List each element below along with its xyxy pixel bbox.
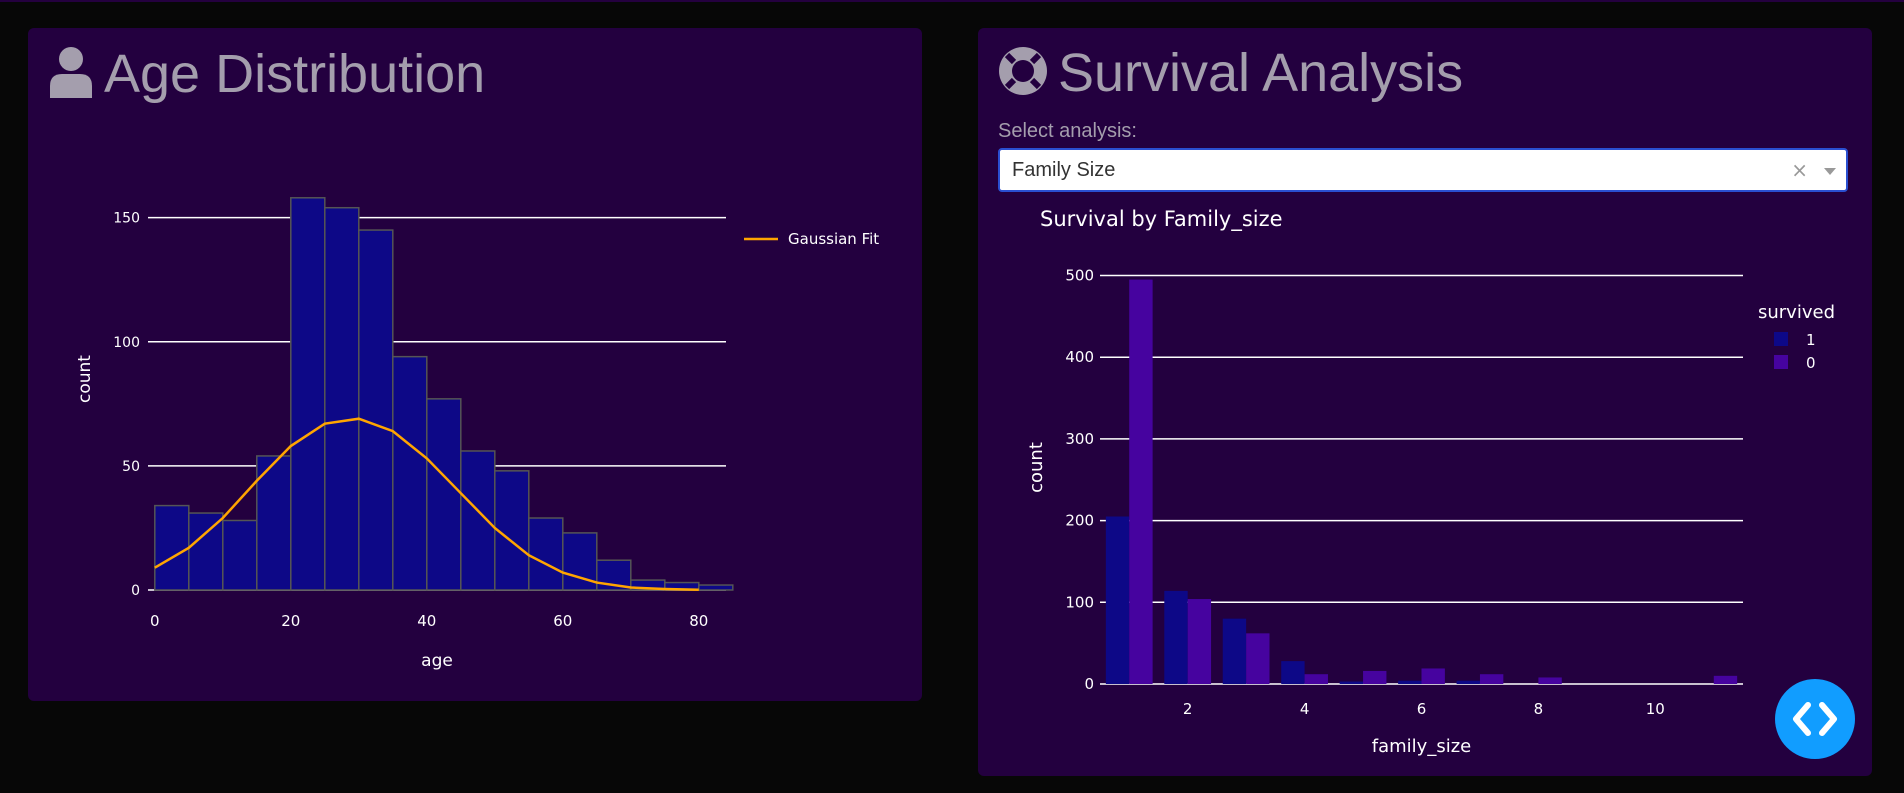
y-tick-label: 50: [122, 459, 140, 475]
bar-survived-0: [1246, 633, 1270, 684]
bar-survived-0: [1479, 674, 1504, 684]
bar-survived-0: [1713, 675, 1738, 684]
legend-title: survived: [1758, 302, 1835, 323]
x-tick-label: 10: [1646, 700, 1665, 718]
bar-survived-0: [1363, 670, 1387, 684]
x-tick-label: 0: [150, 612, 160, 630]
y-tick-label: 100: [113, 335, 140, 351]
bar-survived-0: [1187, 599, 1212, 684]
age-distribution-card: Age Distribution 0 50 100 150 0 20 40 60 80 age co…: [28, 28, 922, 701]
x-tick-label: 60: [553, 612, 572, 630]
bar-survived-0: [1538, 677, 1562, 684]
analysis-dropdown[interactable]: Family Size ×: [998, 148, 1848, 192]
legend-swatch: [1774, 355, 1788, 369]
histogram-bar: [460, 450, 496, 591]
x-axis-label: family_size: [1372, 736, 1471, 757]
age-card-header: Age Distribution: [48, 46, 485, 102]
histogram-bar: [324, 206, 360, 591]
legend-label: 1: [1806, 331, 1816, 349]
bar-survived-1: [1456, 680, 1480, 684]
y-tick-label: 0: [131, 583, 140, 599]
analysis-dropdown-value: Family Size: [1012, 159, 1116, 181]
survival-bar-chart: Survival by Family_size01002003004005002…: [1026, 207, 1835, 757]
x-tick-label: 20: [281, 612, 300, 630]
y-tick-label: 0: [1084, 675, 1094, 693]
y-tick-label: 500: [1065, 267, 1094, 285]
histogram-bar: [426, 398, 462, 591]
y-tick-label: 300: [1065, 430, 1094, 448]
histogram-bar: [698, 584, 734, 591]
code-toggle-button[interactable]: [1775, 679, 1855, 759]
x-tick-label: 6: [1417, 700, 1427, 718]
x-axis-label: age: [421, 651, 453, 671]
survival-card-title: Survival Analysis: [1058, 43, 1464, 103]
chart-title: Survival by Family_size: [1040, 207, 1283, 232]
legend-label: Gaussian Fit: [788, 230, 879, 248]
chevron-down-icon[interactable]: [1824, 168, 1836, 175]
histogram-bar: [528, 517, 564, 591]
bar-survived-1: [1164, 590, 1188, 684]
histogram-bar: [222, 519, 258, 591]
histogram-bar: [154, 504, 190, 591]
clear-selection-icon[interactable]: ×: [1791, 158, 1808, 182]
select-analysis-label: Select analysis:: [998, 120, 1137, 142]
y-axis-label: count: [1026, 442, 1047, 493]
histogram-bar: [358, 229, 394, 591]
y-tick-label: 100: [1065, 593, 1094, 611]
bar-survived-1: [1339, 681, 1364, 684]
histogram-bar: [188, 512, 224, 591]
user-icon: [48, 46, 94, 102]
age-card-title: Age Distribution: [104, 44, 486, 104]
x-tick-label: 2: [1183, 700, 1193, 718]
bar-survived-0: [1304, 674, 1328, 684]
bar-survived-0: [1421, 668, 1445, 684]
histogram-bar: [290, 197, 326, 591]
y-axis-label: count: [75, 355, 95, 403]
x-tick-label: 8: [1534, 700, 1544, 718]
y-tick-label: 400: [1065, 348, 1094, 366]
survival-card-header: Survival Analysis: [998, 46, 1463, 100]
y-tick-label: 150: [113, 211, 140, 227]
y-tick-label: 200: [1065, 512, 1094, 530]
histogram-bar: [392, 355, 428, 591]
life-ring-icon: [998, 46, 1048, 100]
legend-swatch: [1774, 332, 1788, 346]
code-icon: [1793, 702, 1837, 736]
x-tick-label: 4: [1300, 700, 1310, 718]
age-histogram-chart: 0 50 100 150 0 20 40 60 80 age count Gaussian Fit: [75, 197, 879, 671]
bar-survived-1: [1398, 680, 1422, 684]
legend-label: 0: [1806, 354, 1816, 372]
bar-survived-1: [1105, 516, 1130, 684]
x-tick-label: 80: [689, 612, 708, 630]
survival-analysis-card: Survival Analysis Select analysis: Famil…: [978, 28, 1872, 776]
bar-survived-0: [1129, 279, 1153, 684]
bar-survived-1: [1281, 661, 1305, 684]
top-border: [0, 0, 1904, 2]
histogram-bar: [494, 470, 530, 591]
x-tick-label: 40: [417, 612, 436, 630]
bar-survived-1: [1222, 618, 1247, 684]
